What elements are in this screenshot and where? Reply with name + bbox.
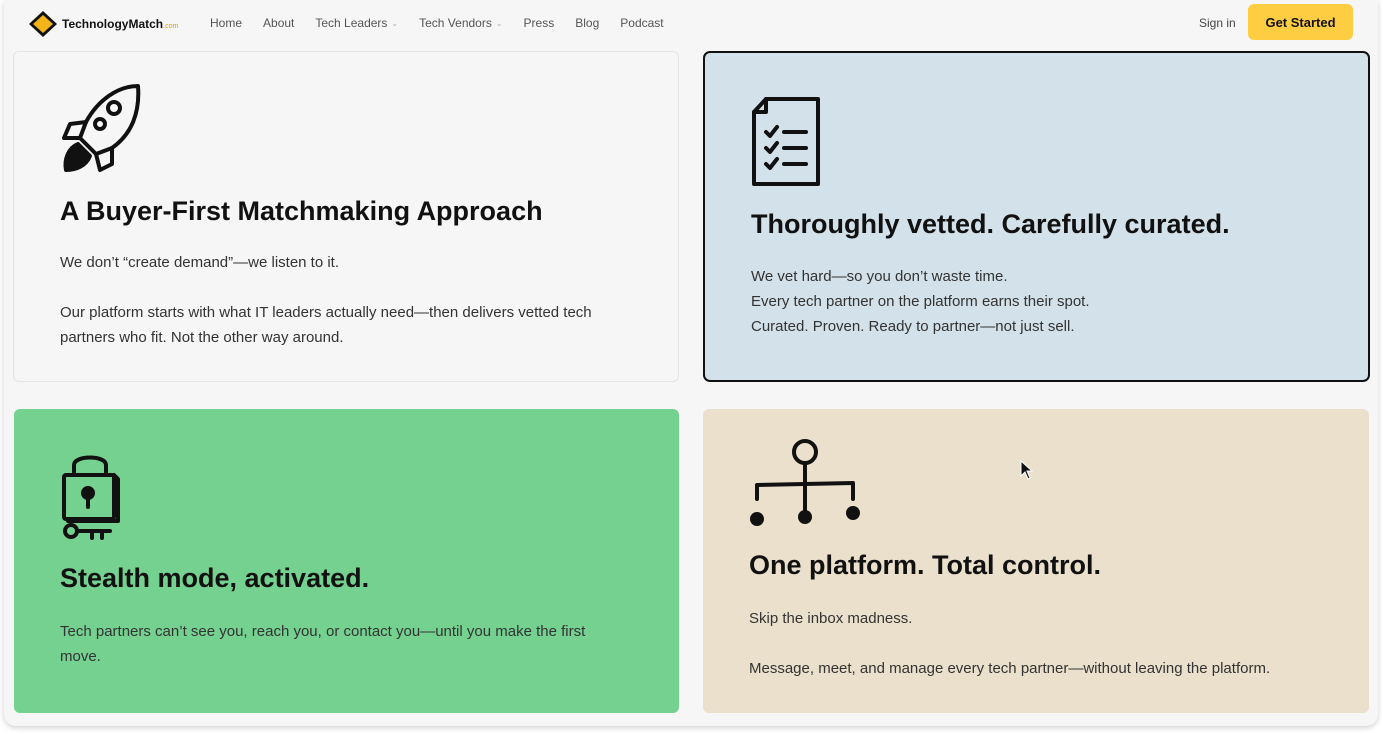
card-paragraph: Skip the inbox madness. [749, 610, 913, 627]
diamond-logo-icon [29, 11, 57, 37]
brand-name: TechnologyMatch.com [62, 17, 179, 31]
card-line: Curated. Proven. Ready to partner—not ju… [751, 318, 1075, 335]
nav-item-podcast[interactable]: Podcast [620, 16, 663, 30]
browser-window: TechnologyMatch.com Home About Tech Lead… [4, 0, 1378, 726]
top-navigation: TechnologyMatch.com Home About Tech Lead… [4, 0, 1378, 46]
card-title: Thoroughly vetted. Carefully curated. [751, 209, 1230, 239]
brand-logo[interactable]: TechnologyMatch.com [28, 10, 178, 38]
padlock-key-icon [62, 455, 120, 540]
card-paragraph: Tech partners can’t see you, reach you, … [60, 623, 586, 665]
nav-item-press[interactable]: Press [524, 16, 555, 30]
feature-card-platform-control: One platform. Total control. Skip the in… [703, 409, 1369, 713]
card-title: Stealth mode, activated. [60, 563, 370, 593]
nav-item-blog[interactable]: Blog [575, 16, 599, 30]
card-line: Every tech partner on the platform earns… [751, 293, 1090, 310]
nav-item-about[interactable]: About [263, 16, 294, 30]
chevron-down-icon: ⌄ [495, 18, 503, 28]
get-started-button[interactable]: Get Started [1248, 4, 1353, 40]
feature-card-stealth: Stealth mode, activated. Tech partners c… [14, 409, 679, 713]
feature-card-buyer-first: A Buyer-First Matchmaking Approach We do… [13, 51, 679, 382]
card-paragraph: Our platform starts with what IT leaders… [60, 304, 592, 346]
nav-item-home[interactable]: Home [210, 16, 242, 30]
card-title: A Buyer-First Matchmaking Approach [60, 196, 543, 226]
chevron-down-icon: ⌄ [391, 18, 399, 28]
card-paragraph: Message, meet, and manage every tech par… [749, 660, 1271, 677]
sign-in-link[interactable]: Sign in [1199, 16, 1236, 30]
nav-item-tech-vendors[interactable]: Tech Vendors ⌄ [419, 16, 502, 30]
mouse-pointer-icon [1020, 460, 1034, 480]
card-title: One platform. Total control. [749, 550, 1102, 580]
main-menu: Home About Tech Leaders ⌄ Tech Vendors ⌄ P… [210, 16, 685, 30]
card-line: We vet hard—so you don’t waste time. [751, 268, 1008, 285]
nav-item-tech-leaders[interactable]: Tech Leaders ⌄ [315, 16, 398, 30]
card-paragraph: We don’t “create demand”—we listen to it… [60, 254, 340, 271]
feature-card-vetted: Thoroughly vetted. Carefully curated. We… [703, 51, 1370, 382]
hierarchy-icon [750, 439, 860, 526]
checklist-icon [752, 97, 820, 186]
rocket-icon [62, 84, 141, 172]
